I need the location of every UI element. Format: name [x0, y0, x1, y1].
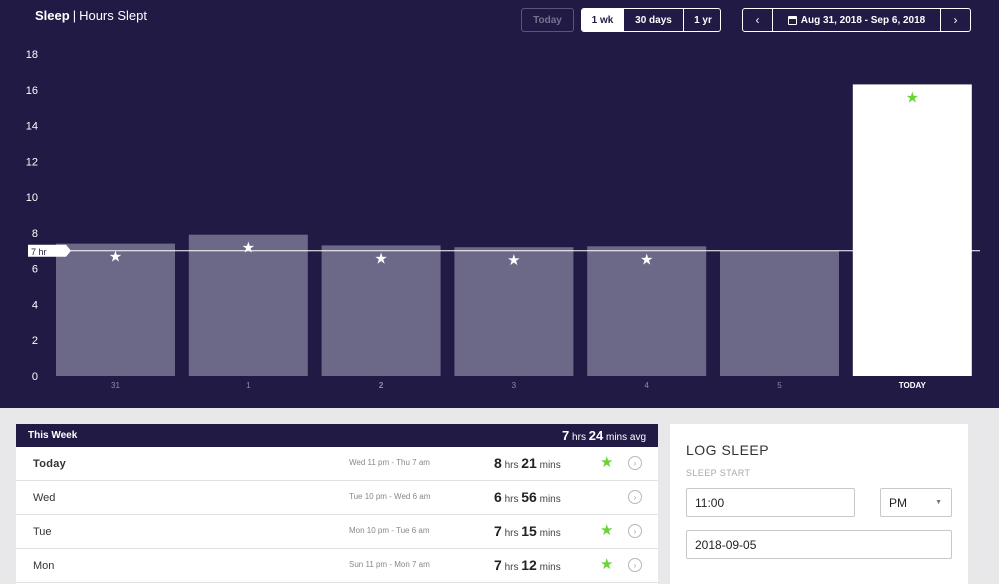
row-mins: 21 [521, 455, 537, 471]
week-row[interactable]: Tue Mon 10 pm - Tue 6 am 7 hrs 15 mins ★ › [16, 515, 658, 549]
row-time-span: Wed 11 pm - Thu 7 am [349, 458, 430, 467]
row-mins-unit: mins [539, 460, 561, 471]
date-value: 2018-09-05 [695, 537, 757, 552]
x-tick-label: TODAY [899, 381, 927, 390]
star-icon: ★ [600, 522, 614, 539]
log-sleep-title: LOG SLEEP [686, 442, 770, 458]
sleep-start-label: SLEEP START [686, 468, 751, 478]
row-duration: 7 hrs 12 mins [494, 557, 561, 573]
row-duration: 7 hrs 15 mins [494, 523, 561, 539]
y-tick-label: 18 [26, 49, 38, 61]
log-sleep-panel: LOG SLEEP SLEEP START 11:00 PM ▼ 2018-09… [670, 424, 968, 584]
ampm-select[interactable]: PM ▼ [880, 488, 952, 517]
y-tick-label: 0 [32, 371, 38, 383]
caret-down-icon: ▼ [935, 499, 942, 506]
x-tick-label: 5 [777, 381, 782, 390]
this-week-panel: This Week 7 hrs 24 mins avg Today Wed 11 … [16, 424, 658, 584]
star-icon: ★ [600, 556, 614, 573]
y-tick-label: 10 [26, 192, 38, 204]
row-time-span: Tue 10 pm - Wed 6 am [349, 492, 431, 501]
x-tick-label: 3 [512, 381, 517, 390]
goal-star-icon: ★ [507, 251, 520, 269]
y-tick-label: 14 [26, 121, 38, 133]
avg-hours-unit: hrs [572, 432, 586, 443]
row-time-span: Sun 11 pm - Mon 7 am [349, 560, 430, 569]
row-mins: 12 [521, 557, 537, 573]
row-day: Tue [33, 526, 52, 538]
sleep-bar-chart: 024681012141618★31★1★2★3★4 5★TODAY7 hr [26, 49, 980, 390]
goal-star-icon: ★ [242, 239, 255, 257]
row-hours-unit: hrs [504, 528, 519, 539]
row-hours: 7 [494, 557, 502, 573]
week-row[interactable]: Today Wed 11 pm - Thu 7 am 8 hrs 21 mins ★ › [16, 447, 658, 481]
y-tick-label: 8 [32, 228, 38, 240]
sleep-start-time-input[interactable]: 11:00 [686, 488, 855, 517]
ampm-value: PM [889, 495, 907, 510]
row-mins: 56 [521, 489, 537, 505]
goal-line-label: 7 hr [31, 247, 47, 257]
row-time-span: Mon 10 pm - Tue 6 am [349, 526, 430, 535]
x-tick-label: 1 [246, 381, 251, 390]
row-day: Mon [33, 560, 55, 572]
row-mins-unit: mins [539, 494, 561, 505]
bar [852, 84, 972, 377]
x-tick-label: 2 [379, 381, 384, 390]
y-tick-label: 4 [32, 299, 38, 311]
goal-star-icon: ★ [640, 250, 653, 268]
sleep-chart-panel: Sleep | Hours Slept Today 1 wk 30 days 1 y… [0, 0, 999, 408]
y-tick-label: 6 [32, 264, 38, 276]
week-list: Today Wed 11 pm - Thu 7 am 8 hrs 21 mins ★ ›… [16, 447, 658, 583]
row-day: Today [33, 458, 67, 470]
week-title: This Week [28, 430, 78, 441]
row-hours: 8 [494, 455, 502, 471]
star-icon: ★ [600, 454, 614, 471]
avg-mins-unit: mins avg [605, 432, 646, 443]
y-tick-label: 16 [26, 85, 38, 97]
y-tick-label: 12 [26, 156, 38, 168]
row-hours-unit: hrs [504, 460, 519, 471]
row-day: Wed [33, 492, 56, 504]
row-hours: 6 [494, 489, 502, 505]
chevron-right-icon[interactable]: › [628, 558, 642, 572]
avg-hours-value: 7 [562, 428, 570, 443]
week-average: 7 hrs 24 mins avg [562, 428, 646, 443]
time-value: 11:00 [695, 495, 725, 510]
chevron-right-icon[interactable]: › [628, 524, 642, 538]
bar [720, 250, 839, 376]
week-row[interactable]: Mon Sun 11 pm - Mon 7 am 7 hrs 12 mins ★ › [16, 549, 658, 583]
row-mins-unit: mins [539, 528, 561, 539]
row-hours: 7 [494, 523, 502, 539]
row-duration: 6 hrs 56 mins [494, 489, 561, 505]
sleep-start-date-input[interactable]: 2018-09-05 [686, 530, 952, 559]
avg-mins-value: 24 [588, 428, 604, 443]
chevron-right-icon[interactable]: › [628, 456, 642, 470]
goal-star-icon: ★ [374, 249, 387, 267]
week-row[interactable]: Wed Tue 10 pm - Wed 6 am 6 hrs 56 mins › [16, 481, 658, 515]
row-hours-unit: hrs [504, 562, 519, 573]
week-header: This Week 7 hrs 24 mins avg [16, 424, 658, 447]
x-tick-label: 31 [111, 381, 120, 390]
row-mins: 15 [521, 523, 537, 539]
row-duration: 8 hrs 21 mins [494, 455, 561, 471]
x-tick-label: 4 [644, 381, 649, 390]
chevron-right-icon[interactable]: › [628, 490, 642, 504]
row-hours-unit: hrs [504, 494, 519, 505]
goal-star-icon: ★ [906, 88, 919, 106]
y-tick-label: 2 [32, 335, 38, 347]
row-mins-unit: mins [539, 562, 561, 573]
